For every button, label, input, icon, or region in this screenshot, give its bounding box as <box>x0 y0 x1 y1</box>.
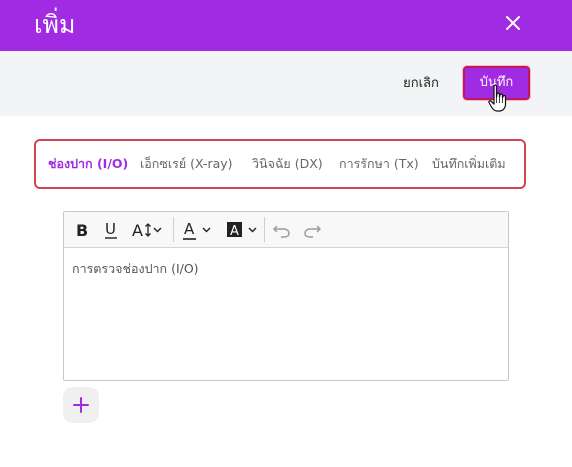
close-icon[interactable] <box>501 11 525 35</box>
rich-text-editor: B U A A A การตรวจช่องปาก (I/O) <box>63 211 509 381</box>
tab-bar: ช่องปาก (I/O) เอ็กซเรย์ (X-ray) วินิจฉัย… <box>34 139 526 189</box>
dialog-title: เพิ่ม <box>34 10 76 39</box>
tab-xray[interactable]: เอ็กซเรย์ (X-ray) <box>140 141 233 187</box>
redo-icon[interactable] <box>300 212 324 247</box>
toolbar-divider <box>264 217 265 242</box>
hand-cursor-icon <box>488 84 507 112</box>
svg-text:A: A <box>132 221 143 240</box>
bold-icon[interactable]: B <box>68 212 96 247</box>
editor-toolbar: B U A A A <box>64 212 508 248</box>
underline-icon[interactable]: U <box>98 212 124 247</box>
toolbar-divider <box>173 217 174 242</box>
plus-icon <box>73 397 89 413</box>
dialog-header: เพิ่ม <box>0 0 572 51</box>
font-color-icon[interactable]: A <box>178 212 216 247</box>
svg-text:A: A <box>184 220 195 238</box>
svg-text:B: B <box>76 221 88 240</box>
svg-text:U: U <box>105 220 116 238</box>
tab-oral-exam[interactable]: ช่องปาก (I/O) <box>48 141 128 187</box>
tab-treatment[interactable]: การรักษา (Tx) <box>339 141 419 187</box>
cancel-button[interactable]: ยกเลิก <box>393 72 449 96</box>
tab-additional-notes[interactable]: บันทึกเพิ่มเติม <box>432 141 506 187</box>
svg-text:A: A <box>230 224 239 239</box>
tab-diagnosis[interactable]: วินิจฉัย (DX) <box>252 141 323 187</box>
highlight-color-icon[interactable]: A <box>222 212 262 247</box>
undo-icon[interactable] <box>270 212 294 247</box>
font-size-icon[interactable]: A <box>126 212 168 247</box>
editor-content[interactable]: การตรวจช่องปาก (I/O) <box>72 259 199 279</box>
add-button[interactable] <box>63 387 99 423</box>
